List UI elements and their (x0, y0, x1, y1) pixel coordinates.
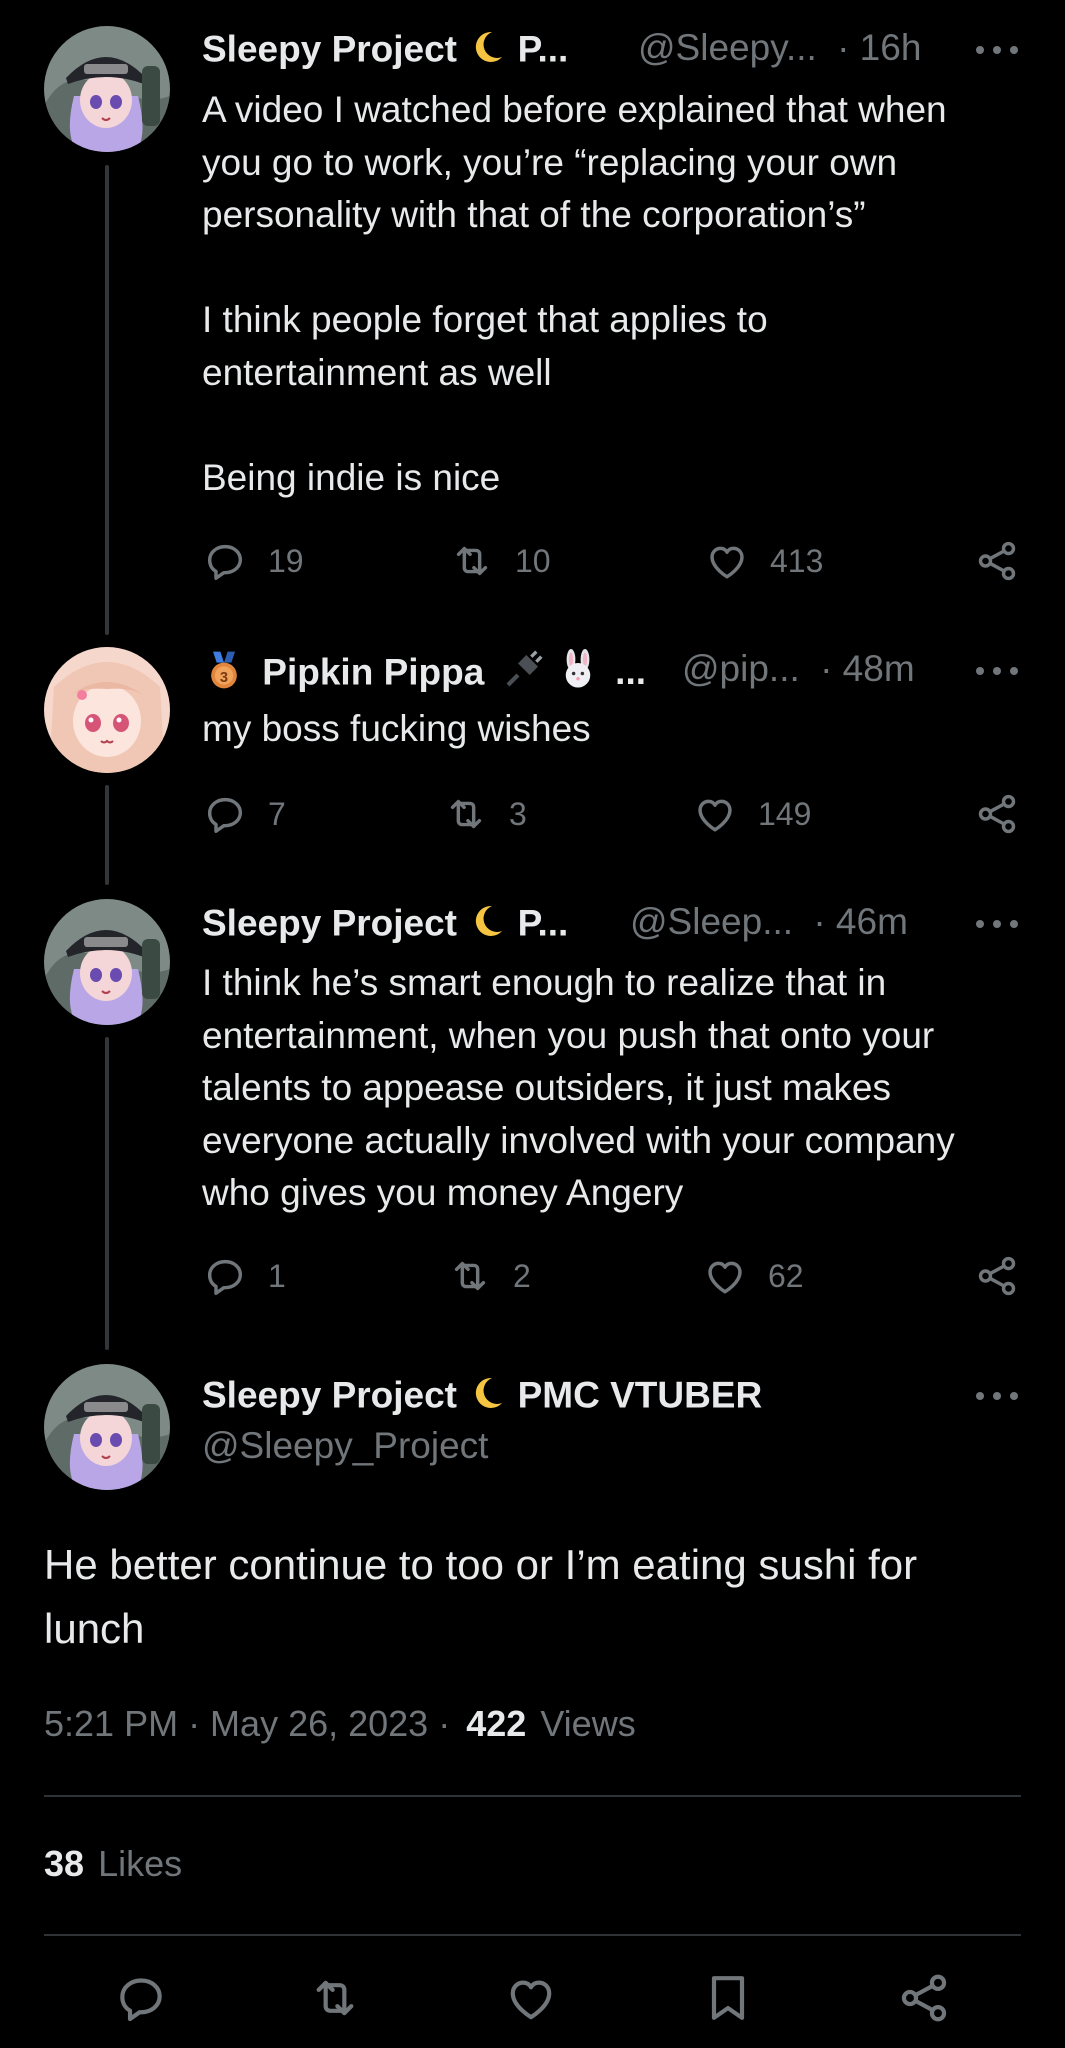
repost-count: 10 (515, 542, 551, 579)
likes-label: Likes (98, 1843, 183, 1884)
share-icon (974, 791, 1020, 837)
heart-icon (704, 538, 750, 584)
avatar[interactable] (44, 899, 170, 1025)
share-icon (974, 538, 1020, 584)
like-count: 149 (758, 795, 812, 832)
handle-text: @Sleepy... (638, 27, 817, 68)
share-button[interactable] (974, 538, 1020, 584)
timestamp[interactable]: 5:21 PM · May 26, 2023 · (44, 1703, 450, 1744)
handle[interactable]: @Sleepy... · 16h (638, 27, 921, 69)
main-tweet-text: He better continue to too or I’m eating … (44, 1541, 918, 1652)
display-name[interactable]: Sleepy Project P... (202, 901, 568, 950)
display-name-suffix: P... (517, 902, 569, 944)
reply-count: 1 (268, 1257, 286, 1294)
repost-button[interactable]: 3 (443, 791, 527, 837)
bookmark-icon[interactable] (700, 1970, 756, 2026)
tweet-text: A video I watched before explained that … (202, 89, 947, 498)
timestamp: · 16h (837, 27, 922, 68)
repost-icon (447, 1253, 493, 1299)
more-icon[interactable] (976, 917, 1018, 931)
reply-button[interactable]: 1 (202, 1253, 286, 1299)
views-count: 422 (466, 1703, 527, 1744)
more-icon[interactable] (976, 664, 1018, 678)
reply-button[interactable]: 7 (202, 791, 286, 837)
medal-icon: 3 (202, 648, 246, 701)
svg-text:3: 3 (220, 670, 228, 686)
reply-button[interactable]: 19 (202, 538, 304, 584)
crescent-moon-icon (467, 1373, 507, 1422)
likes-count: 38 (44, 1843, 85, 1884)
repost-icon[interactable] (307, 1970, 363, 2026)
display-name-suffix: ... (615, 651, 647, 693)
handle[interactable]: @pip... · 48m (682, 648, 915, 690)
tweet-meta: 5:21 PM · May 26, 2023 · 422 Views (44, 1703, 636, 1745)
display-name-text: Sleepy Project (202, 1374, 458, 1416)
reply-count: 19 (268, 542, 304, 579)
heart-icon[interactable] (503, 1970, 559, 2026)
display-name[interactable]: Sleepy Project PMC VTUBER (202, 1373, 762, 1422)
display-name[interactable]: Sleepy Project P... (202, 27, 568, 76)
avatar[interactable] (44, 647, 170, 773)
thread-line (105, 785, 109, 885)
heart-icon (702, 1253, 748, 1299)
handle[interactable]: @Sleepy_Project (202, 1425, 488, 1467)
repost-button[interactable]: 10 (449, 538, 551, 584)
reply-icon[interactable] (113, 1970, 169, 2026)
like-button[interactable]: 413 (704, 538, 823, 584)
heart-icon (692, 791, 738, 837)
display-name-suffix: PMC VTUBER (517, 1374, 763, 1416)
thread-line (105, 165, 109, 635)
display-name-text: Pipkin Pippa (262, 651, 485, 693)
crescent-moon-icon (467, 901, 507, 950)
like-button[interactable]: 62 (702, 1253, 804, 1299)
reply-icon (202, 538, 248, 584)
like-count: 62 (768, 1257, 804, 1294)
timestamp: · 48m (820, 648, 915, 689)
handle[interactable]: @Sleep... · 46m (630, 901, 908, 943)
display-name-suffix: P... (517, 28, 569, 70)
repost-icon (449, 538, 495, 584)
likes-stat[interactable]: 38 Likes (44, 1843, 182, 1885)
avatar[interactable] (44, 26, 170, 152)
more-icon[interactable] (976, 43, 1018, 57)
views-label: Views (540, 1703, 636, 1744)
crescent-moon-icon (467, 27, 507, 76)
thread-line (105, 1037, 109, 1350)
tweet-text: my boss fucking wishes (202, 708, 591, 749)
divider (44, 1934, 1021, 1936)
divider (44, 1795, 1021, 1797)
tweet-text: I think he’s smart enough to realize tha… (202, 962, 955, 1213)
plug-icon (503, 650, 543, 699)
display-name[interactable]: 3 Pipkin Pippa ... (202, 648, 646, 701)
repost-button[interactable]: 2 (447, 1253, 531, 1299)
reply-icon (202, 1253, 248, 1299)
repost-icon (443, 791, 489, 837)
action-bar (0, 1970, 1065, 2030)
avatar[interactable] (44, 1364, 170, 1490)
more-icon[interactable] (976, 1389, 1018, 1403)
rabbit-icon (557, 649, 599, 700)
reply-icon (202, 791, 248, 837)
share-button[interactable] (974, 791, 1020, 837)
reply-count: 7 (268, 795, 286, 832)
share-button[interactable] (974, 1253, 1020, 1299)
repost-count: 2 (513, 1257, 531, 1294)
display-name-text: Sleepy Project (202, 28, 458, 70)
display-name-text: Sleepy Project (202, 902, 458, 944)
share-icon[interactable] (896, 1970, 952, 2026)
repost-count: 3 (509, 795, 527, 832)
share-icon (974, 1253, 1020, 1299)
like-count: 413 (770, 542, 824, 579)
handle-text: @Sleep... (630, 901, 794, 942)
handle-text: @pip... (682, 648, 800, 689)
timestamp: · 46m (813, 901, 908, 942)
like-button[interactable]: 149 (692, 791, 811, 837)
